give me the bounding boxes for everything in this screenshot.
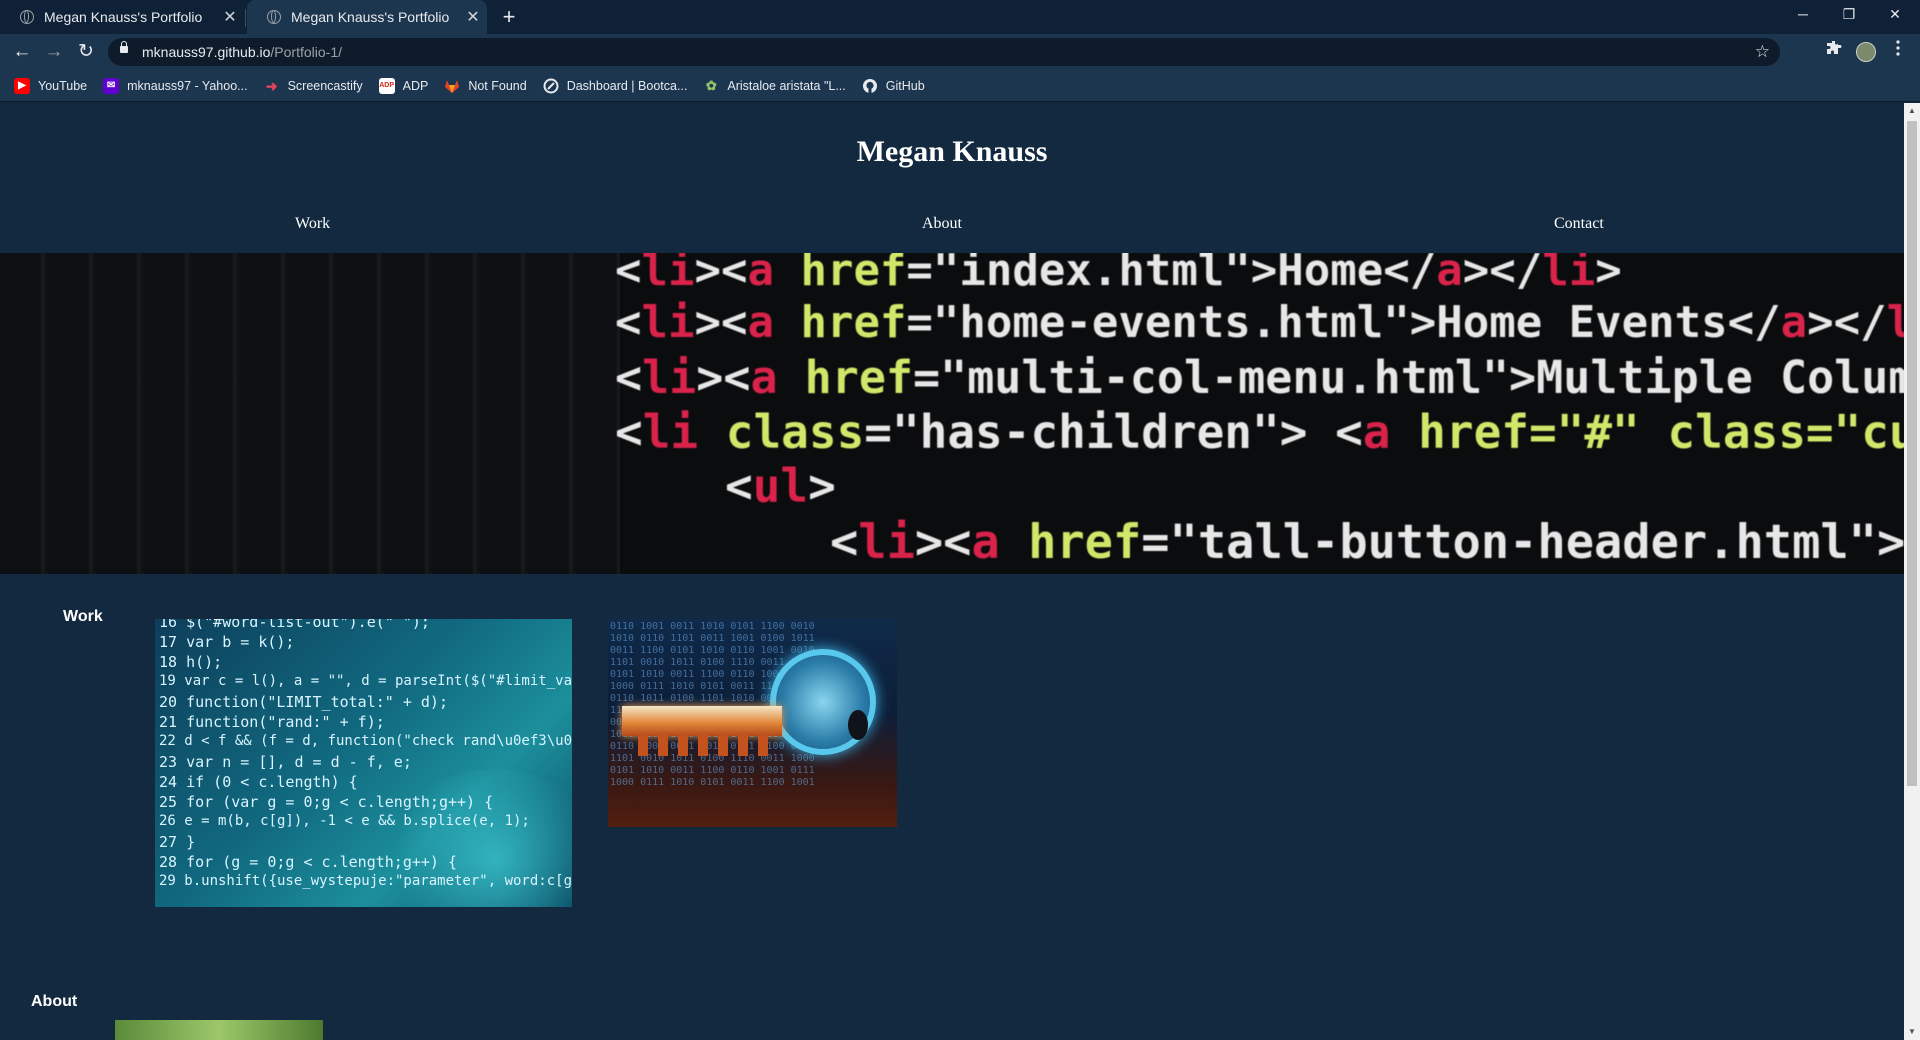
bookmark-label: Not Found xyxy=(468,78,527,93)
code-line: 24 if (0 < c.length) { xyxy=(159,773,358,791)
plant-icon: ✿ xyxy=(705,77,717,93)
code-line: 22 d < f && (f = d, function("check rand… xyxy=(159,733,572,749)
page-scrollbar[interactable]: ▲ ▼ xyxy=(1904,103,1920,1040)
bookmark-gitlab[interactable]: Not Found xyxy=(444,78,527,94)
gitlab-icon xyxy=(444,78,460,94)
restore-button[interactable]: ❐ xyxy=(1826,0,1872,30)
close-tab-icon[interactable]: ✕ xyxy=(459,7,487,27)
code-line: 25 for (var g = 0;g < c.length;g++) { xyxy=(159,793,494,811)
youtube-icon: ▶ xyxy=(14,77,30,94)
back-button[interactable]: ← xyxy=(8,38,36,66)
code-line: 17 var b = k(); xyxy=(159,633,295,651)
code-line: 28 for (g = 0;g < c.length;g++) { xyxy=(159,853,458,871)
github-icon xyxy=(862,78,878,94)
nav-link-contact[interactable]: Contact xyxy=(1554,215,1604,233)
menu-kebab-icon[interactable] xyxy=(1886,40,1910,64)
code-line: 16 $("#word-list-out").e(" "); xyxy=(159,619,430,631)
bookmark-label: Dashboard | Bootca... xyxy=(566,78,688,93)
bookmark-label: mknauss97 - Yahoo... xyxy=(127,78,248,93)
key-teeth-shape xyxy=(638,734,768,756)
hero-code-line: <li><a href="tall-button-header.html">Ta… xyxy=(830,515,1904,570)
nav-link-work[interactable]: Work xyxy=(295,215,330,233)
minimize-button[interactable]: ─ xyxy=(1780,0,1826,30)
browser-tab[interactable]: Megan Knauss's Portfolio ✕ xyxy=(0,0,244,34)
hero-code-line: <li class="has-children"> <a href="#" cl… xyxy=(615,405,1904,459)
adp-icon: ADP xyxy=(378,77,395,94)
code-line: 21 function("rand:" + f); xyxy=(159,713,385,731)
close-window-button[interactable]: ✕ xyxy=(1872,0,1918,30)
bookmark-label: Aristaloe aristata "L... xyxy=(727,78,846,93)
hero-code-line: <li><a href="index.html">Home</a></li> xyxy=(615,253,1622,296)
code-line: 18 h(); xyxy=(159,653,223,671)
hero-banner: <li><a href="index.html">Home</a></li> <… xyxy=(0,253,1904,574)
site-title: Megan Knauss xyxy=(856,135,1048,168)
globe-icon xyxy=(267,10,281,24)
code-line: 27 } xyxy=(159,833,196,851)
about-heading: About xyxy=(31,993,78,1010)
about-photo xyxy=(115,1020,323,1040)
code-line: 23 var n = [], d = d - f, e; xyxy=(159,753,412,771)
work-heading: Work xyxy=(63,608,103,625)
screencastify-icon: ➜ xyxy=(265,77,278,94)
bookmark-yahoo[interactable]: ✉ mknauss97 - Yahoo... xyxy=(103,77,248,94)
bookmark-label: ADP xyxy=(402,78,429,93)
tab-title: Megan Knauss's Portfolio xyxy=(291,9,450,25)
work-project-image-2[interactable]: 0110 1001 0011 1010 0101 1100 0010 1010 … xyxy=(608,619,897,827)
bookmark-star-icon[interactable]: ☆ xyxy=(1755,38,1770,66)
scroll-down-arrow-icon[interactable]: ▼ xyxy=(1904,1024,1920,1040)
bookmark-screencastify[interactable]: ➜ Screencastify xyxy=(264,78,363,94)
bookmark-label: Screencastify xyxy=(287,78,363,93)
bootcamp-icon xyxy=(543,78,559,94)
reload-button[interactable]: ↻ xyxy=(72,38,100,66)
bookmark-label: GitHub xyxy=(885,78,925,93)
bookmark-github[interactable]: GitHub xyxy=(862,78,925,94)
hero-code-line: <li><a href="home-events.html">Home Even… xyxy=(615,297,1904,348)
bookmark-youtube[interactable]: ▶ YouTube xyxy=(14,77,88,94)
bookmarks-bar: ▶ YouTube ✉ mknauss97 - Yahoo... ➜ Scree… xyxy=(0,70,1920,102)
key-hole-shape xyxy=(848,710,868,740)
page-viewport: Megan Knauss Work About Contact <li><a h… xyxy=(0,103,1904,1040)
close-tab-icon[interactable]: ✕ xyxy=(216,7,244,27)
url-path: /Portfolio-1/ xyxy=(270,44,343,60)
globe-icon xyxy=(20,10,34,24)
hero-code-line: <li><a href="multi-col-menu.html">Multip… xyxy=(615,351,1904,404)
address-bar[interactable]: mknauss97.github.io/Portfolio-1/ ☆ xyxy=(108,38,1780,66)
url-host: mknauss97.github.io xyxy=(142,44,271,60)
avatar xyxy=(1856,42,1876,62)
code-line: 26 e = m(b, c[g]), -1 < e && b.splice(e,… xyxy=(159,813,530,829)
forward-button[interactable]: → xyxy=(40,38,68,66)
lock-icon xyxy=(120,41,128,53)
code-line: 20 function("LIMIT_total:" + d); xyxy=(159,693,448,711)
browser-toolbar: ← → ↻ mknauss97.github.io/Portfolio-1/ ☆ xyxy=(0,34,1920,70)
profile-avatar[interactable] xyxy=(1854,40,1878,64)
new-tab-button[interactable]: + xyxy=(495,2,523,32)
scroll-up-arrow-icon[interactable]: ▲ xyxy=(1904,103,1920,119)
bookmark-adp[interactable]: ADP ADP xyxy=(378,77,429,94)
bookmark-dashboard[interactable]: Dashboard | Bootca... xyxy=(543,78,688,94)
extensions-icon[interactable] xyxy=(1822,40,1846,64)
url-text: mknauss97.github.io/Portfolio-1/ xyxy=(142,38,342,66)
bookmark-label: YouTube xyxy=(38,78,88,93)
code-line: 29 b.unshift({use_wystepuje:"parameter",… xyxy=(159,873,572,889)
nav-link-about[interactable]: About xyxy=(922,215,962,233)
key-shaft-shape xyxy=(622,706,782,736)
scrollbar-thumb[interactable] xyxy=(1907,121,1917,786)
browser-tab-active[interactable]: Megan Knauss's Portfolio ✕ xyxy=(247,0,487,34)
tab-title: Megan Knauss's Portfolio xyxy=(44,9,203,25)
bookmark-aristaloe[interactable]: ✿ Aristaloe aristata "L... xyxy=(703,77,846,94)
yahoo-mail-icon: ✉ xyxy=(103,77,120,94)
work-project-image-1[interactable]: 16 $("#word-list-out").e(" "); 17 var b … xyxy=(155,619,572,907)
tab-separator xyxy=(245,9,246,27)
hero-background xyxy=(0,253,620,574)
code-line: 19 var c = l(), a = "", d = parseInt($("… xyxy=(159,673,572,689)
hero-code-line: <ul> xyxy=(725,459,836,513)
tab-strip: Megan Knauss's Portfolio ✕ Megan Knauss'… xyxy=(0,0,1920,34)
